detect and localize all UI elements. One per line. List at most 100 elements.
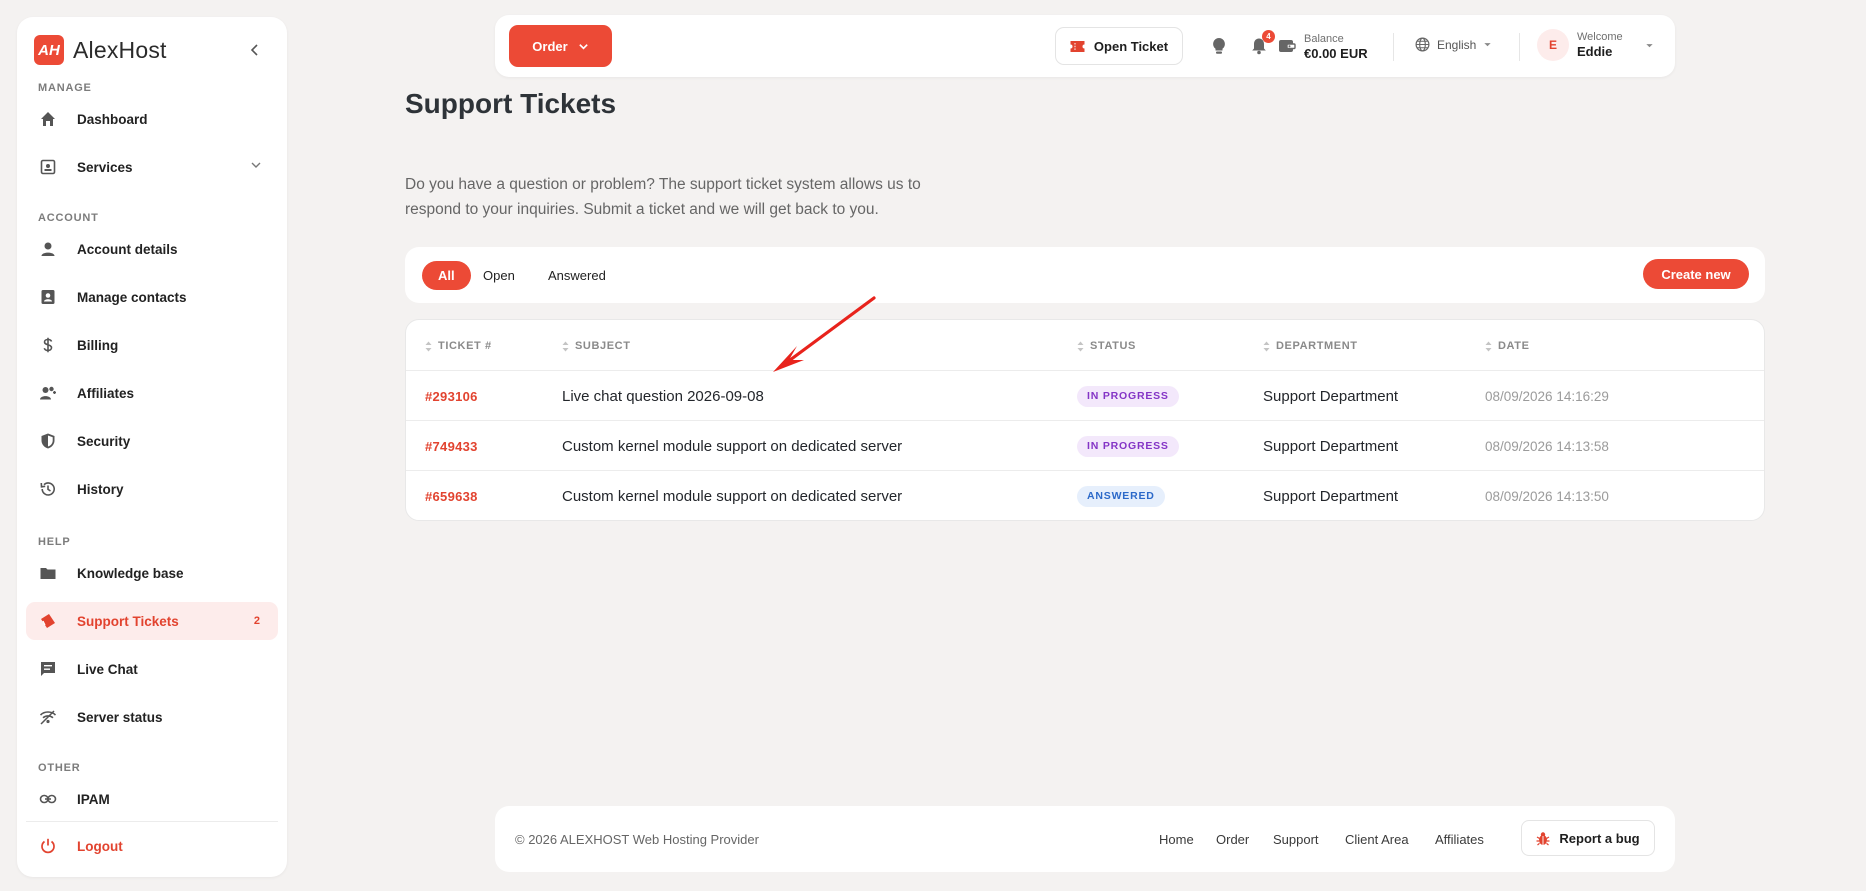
balance-value: €0.00 EUR bbox=[1304, 46, 1368, 61]
balance-label: Balance bbox=[1304, 33, 1344, 45]
logo[interactable]: AH AlexHost bbox=[34, 33, 270, 67]
sidebar-item-ipam[interactable]: IPAM bbox=[26, 780, 278, 818]
language-selector[interactable]: English bbox=[1415, 37, 1492, 52]
avatar: E bbox=[1537, 29, 1569, 61]
welcome-label: Welcome bbox=[1577, 31, 1623, 43]
caret-down-icon bbox=[1646, 43, 1653, 47]
column-header-subject[interactable]: SUBJECT bbox=[562, 340, 631, 352]
affiliates-icon bbox=[38, 383, 58, 403]
footer-link-affiliates[interactable]: Affiliates bbox=[1435, 832, 1484, 847]
sidebar-item-label: Affiliates bbox=[77, 385, 135, 401]
ticket-subject[interactable]: Live chat question 2026-09-08 bbox=[562, 371, 764, 421]
sidebar-item-label: IPAM bbox=[77, 791, 110, 807]
language-label: English bbox=[1437, 37, 1477, 52]
ticket-id-link[interactable]: #749433 bbox=[425, 421, 478, 471]
sidebar-item-dashboard[interactable]: Dashboard bbox=[26, 100, 278, 138]
sidebar-item-history[interactable]: History bbox=[26, 470, 278, 508]
report-bug-button[interactable]: Report a bug bbox=[1521, 820, 1655, 856]
lightbulb-icon bbox=[1213, 38, 1225, 54]
caret-down-icon bbox=[1484, 43, 1492, 47]
sidebar-item-security[interactable]: Security bbox=[26, 422, 278, 460]
ticket-id-link[interactable]: #659638 bbox=[425, 471, 478, 520]
column-header-label: DATE bbox=[1498, 340, 1530, 352]
column-header-date[interactable]: DATE bbox=[1485, 340, 1530, 352]
order-button-label: Order bbox=[532, 38, 568, 54]
order-button[interactable]: Order bbox=[509, 25, 612, 67]
column-header-label: SUBJECT bbox=[575, 340, 631, 352]
tips-button[interactable] bbox=[1208, 35, 1230, 57]
sort-icon bbox=[562, 341, 569, 351]
table-row[interactable]: #659638 Custom kernel module support on … bbox=[406, 471, 1764, 520]
logo-text: AlexHost bbox=[73, 36, 167, 63]
sidebar-item-server-status[interactable]: Server status bbox=[26, 698, 278, 736]
logo-mark: AH bbox=[34, 35, 64, 65]
top-bar: Order Open Ticket 4 Balance €0.00 EUR En… bbox=[495, 15, 1675, 77]
globe-icon bbox=[1415, 37, 1430, 52]
folder-icon bbox=[38, 563, 58, 583]
column-header-ticket[interactable]: TICKET # bbox=[425, 340, 492, 352]
footer-link-support[interactable]: Support bbox=[1273, 832, 1319, 847]
sidebar-item-label: Billing bbox=[77, 337, 119, 353]
filter-all[interactable]: All bbox=[422, 261, 471, 290]
status-badge: IN PROGRESS bbox=[1077, 435, 1179, 457]
section-label-help: HELP bbox=[38, 536, 71, 548]
footer-link-order[interactable]: Order bbox=[1216, 832, 1249, 847]
footer-link-client-area[interactable]: Client Area bbox=[1345, 832, 1409, 847]
ticket-subject[interactable]: Custom kernel module support on dedicate… bbox=[562, 471, 902, 520]
balance-display[interactable]: Balance €0.00 EUR bbox=[1304, 33, 1368, 61]
chevron-down-icon bbox=[251, 162, 261, 168]
filter-answered[interactable]: Answered bbox=[532, 261, 622, 290]
ticket-icon bbox=[38, 611, 58, 631]
status-cell: IN PROGRESS bbox=[1077, 371, 1179, 421]
sidebar-item-manage-contacts[interactable]: Manage contacts bbox=[26, 278, 278, 316]
sidebar-item-logout[interactable]: Logout bbox=[26, 827, 278, 865]
sidebar-item-support-tickets[interactable]: Support Tickets 2 bbox=[26, 602, 278, 640]
notification-count-badge: 4 bbox=[1262, 30, 1275, 43]
footer-link-home[interactable]: Home bbox=[1159, 832, 1194, 847]
shield-icon bbox=[38, 431, 58, 451]
bug-icon bbox=[1536, 831, 1550, 845]
sidebar-item-services[interactable]: Services bbox=[26, 148, 278, 186]
sidebar-item-live-chat[interactable]: Live Chat bbox=[26, 650, 278, 688]
sidebar-item-affiliates[interactable]: Affiliates bbox=[26, 374, 278, 412]
sidebar-item-billing[interactable]: Billing bbox=[26, 326, 278, 364]
table-row[interactable]: #293106 Live chat question 2026-09-08 IN… bbox=[406, 371, 1764, 421]
section-label-manage: MANAGE bbox=[38, 82, 92, 94]
sidebar-item-account-details[interactable]: Account details bbox=[26, 230, 278, 268]
contacts-icon bbox=[38, 287, 58, 307]
table-header: TICKET # SUBJECT STATUS DEPARTMENT DATE bbox=[406, 320, 1764, 371]
user-menu[interactable]: E Welcome Eddie bbox=[1537, 29, 1654, 61]
dollar-icon bbox=[38, 335, 58, 355]
ticket-id-link[interactable]: #293106 bbox=[425, 371, 478, 421]
notifications-button[interactable]: 4 bbox=[1248, 30, 1275, 57]
signal-icon bbox=[38, 707, 58, 727]
column-header-department[interactable]: DEPARTMENT bbox=[1263, 340, 1358, 352]
intro-text: Do you have a question or problem? The s… bbox=[405, 172, 1005, 222]
sidebar: AH AlexHost MANAGE Dashboard Services AC… bbox=[17, 17, 287, 877]
sort-icon bbox=[425, 341, 432, 351]
sidebar-item-label: History bbox=[77, 481, 124, 497]
collapse-sidebar-button[interactable] bbox=[244, 39, 266, 61]
sidebar-item-label: Services bbox=[77, 159, 133, 175]
sidebar-item-label: Security bbox=[77, 433, 131, 449]
column-header-label: DEPARTMENT bbox=[1276, 340, 1358, 352]
filter-open[interactable]: Open bbox=[467, 261, 531, 290]
create-new-button[interactable]: Create new bbox=[1643, 259, 1749, 289]
open-ticket-label: Open Ticket bbox=[1093, 38, 1169, 54]
table-row[interactable]: #749433 Custom kernel module support on … bbox=[406, 421, 1764, 471]
sidebar-item-knowledge-base[interactable]: Knowledge base bbox=[26, 554, 278, 592]
home-icon bbox=[38, 109, 58, 129]
intro-line: respond to your inquiries. Submit a tick… bbox=[405, 201, 879, 218]
sidebar-item-label: Logout bbox=[77, 838, 123, 854]
open-ticket-button[interactable]: Open Ticket bbox=[1055, 27, 1183, 65]
status-cell: IN PROGRESS bbox=[1077, 421, 1179, 471]
sidebar-divider bbox=[26, 821, 278, 822]
ticket-icon bbox=[1070, 40, 1085, 52]
power-icon bbox=[38, 836, 58, 856]
chat-icon bbox=[38, 659, 58, 679]
column-header-status[interactable]: STATUS bbox=[1077, 340, 1136, 352]
ticket-subject[interactable]: Custom kernel module support on dedicate… bbox=[562, 421, 902, 471]
services-icon bbox=[38, 157, 58, 177]
status-badge: ANSWERED bbox=[1077, 485, 1165, 507]
ticket-filter-bar: All Open Answered Create new bbox=[405, 247, 1765, 303]
